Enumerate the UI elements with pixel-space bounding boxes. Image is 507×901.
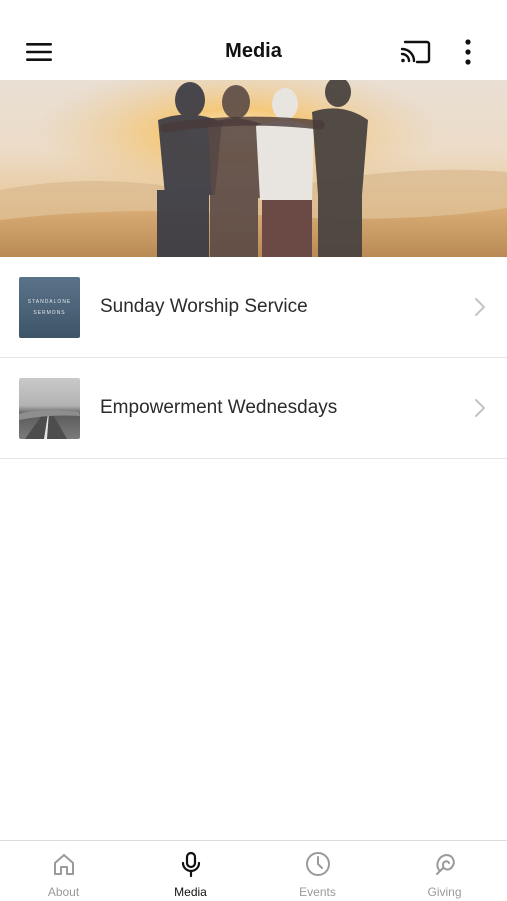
list-item[interactable]: Empowerment Wednesdays [0,358,507,459]
tab-events[interactable]: Events [254,841,381,901]
list-item-label: Empowerment Wednesdays [100,397,338,418]
giving-icon [431,850,459,878]
bottom-tab-bar: About Media Events Giving [0,840,507,901]
list-item[interactable]: STANDALONE SERMONS Sunday Worship Servic… [0,257,507,358]
tab-label: Events [299,885,336,899]
tab-label: Giving [427,885,462,899]
thumbnail-text: SERMONS [33,310,66,316]
thumbnail-text: STANDALONE [27,299,72,305]
microphone-icon [177,850,205,878]
more-vertical-icon[interactable] [456,36,480,68]
tab-media[interactable]: Media [127,841,254,901]
tab-label: About [47,885,80,899]
home-icon [50,850,78,878]
tab-about[interactable]: About [0,841,127,901]
road-thumbnail [19,378,80,439]
chevron-right-icon [472,397,488,419]
cast-icon[interactable] [396,36,434,68]
clock-icon [304,850,332,878]
hero-banner-image [0,80,507,257]
sermon-thumbnail: STANDALONE SERMONS [19,277,80,338]
app-header: Media [0,0,507,80]
list-item-label: Sunday Worship Service [100,296,308,317]
media-list: STANDALONE SERMONS Sunday Worship Servic… [0,257,507,459]
tab-label: Media [174,885,207,899]
tab-giving[interactable]: Giving [381,841,507,901]
chevron-right-icon [472,296,488,318]
